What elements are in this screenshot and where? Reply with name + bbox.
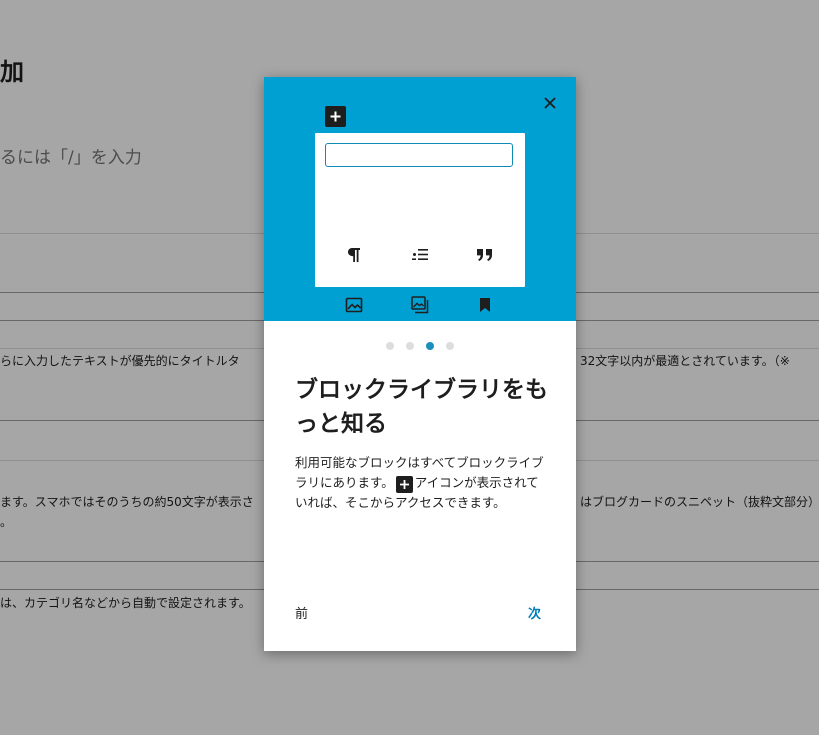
quote-icon xyxy=(474,244,496,266)
image-icon xyxy=(343,294,365,316)
pager-dot-3[interactable] xyxy=(426,342,434,350)
paragraph-icon xyxy=(343,244,365,266)
inserter-search-field xyxy=(325,143,513,167)
guide-heading: ブロックライブラリをもっと知る xyxy=(295,377,548,437)
welcome-guide-modal: ブロックライブラリをもっと知る 利用可能なブロックはすべてブロックライブラリにあ… xyxy=(264,77,576,651)
pager-dot-1[interactable] xyxy=(386,342,394,350)
pager-dot-4[interactable] xyxy=(446,342,454,350)
guide-description: 利用可能なブロックはすべてブロックライブラリにあります。 アイコンが表示されていれ… xyxy=(295,453,551,513)
bookmark-icon xyxy=(474,294,496,316)
plus-icon xyxy=(395,476,413,493)
gallery-icon xyxy=(409,294,431,316)
next-button[interactable]: 次 xyxy=(528,603,541,622)
guide-pager xyxy=(264,342,576,350)
close-button[interactable] xyxy=(540,93,560,113)
pager-dot-2[interactable] xyxy=(406,342,414,350)
plus-icon xyxy=(325,106,346,127)
previous-button[interactable]: 前 xyxy=(295,603,308,622)
list-icon xyxy=(409,244,431,266)
guide-illustration xyxy=(264,77,576,321)
block-inserter-illustration xyxy=(315,133,525,314)
close-icon xyxy=(544,97,556,109)
